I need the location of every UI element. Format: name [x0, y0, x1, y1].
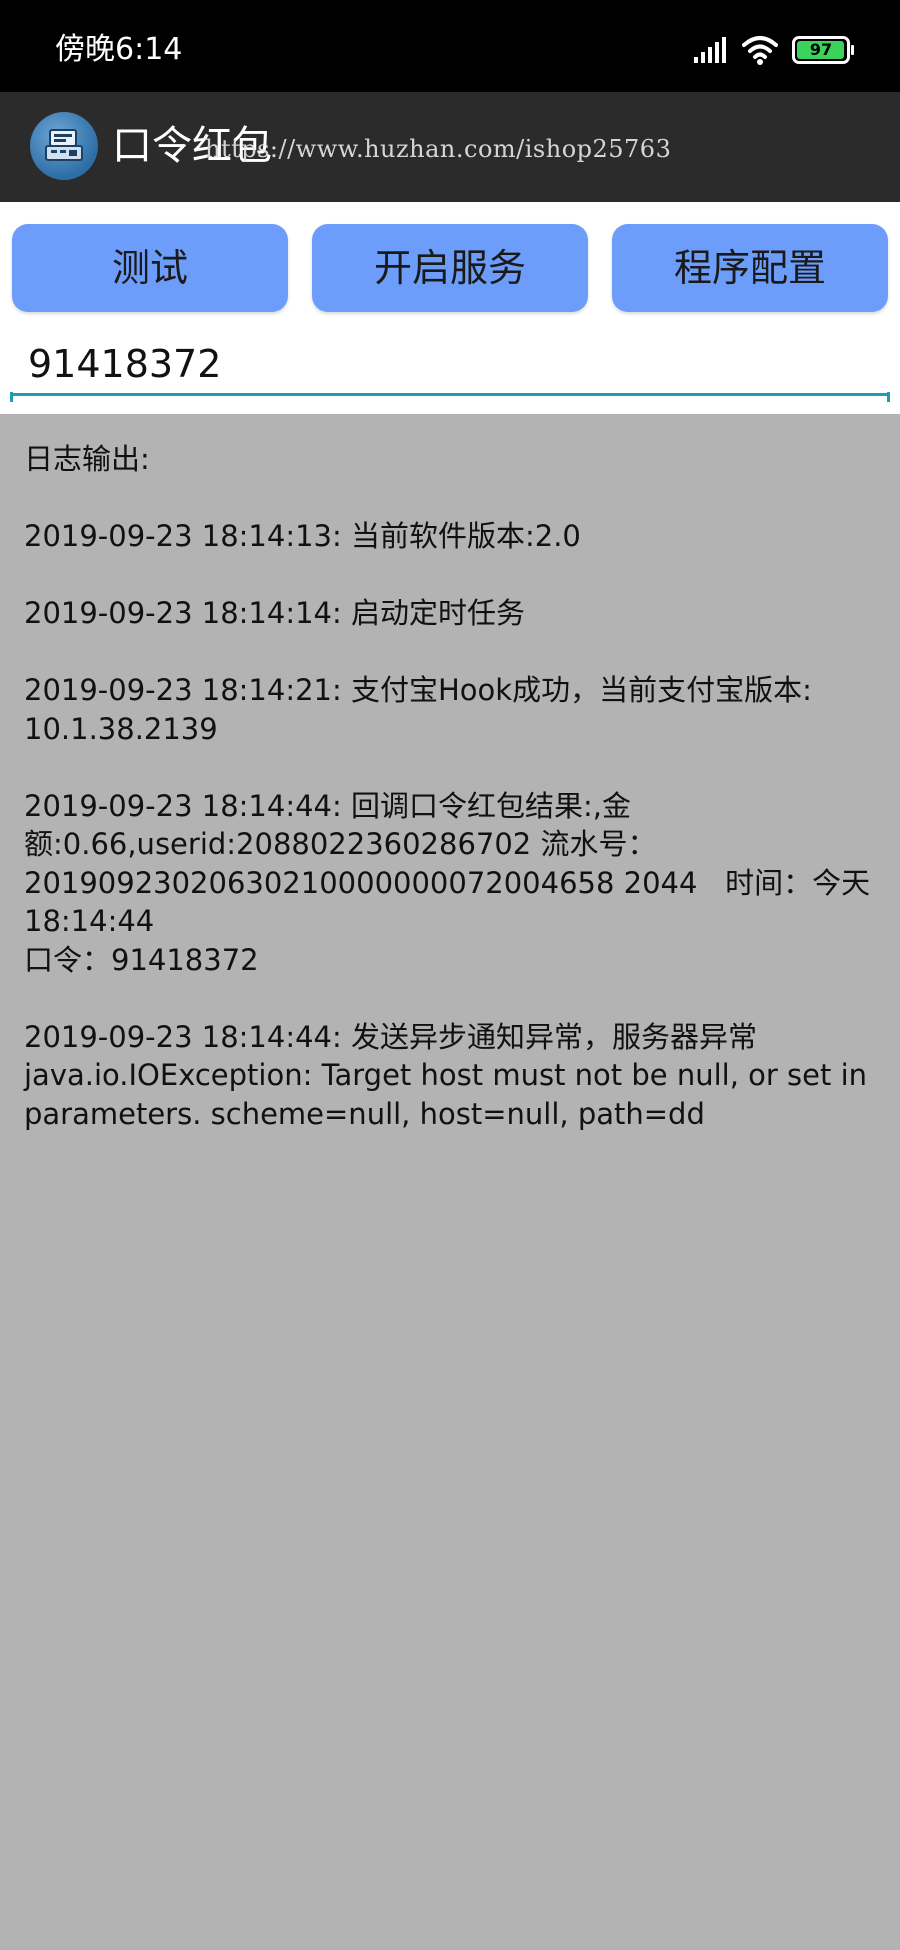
input-underline-right-tick — [887, 392, 890, 402]
log-spacer — [24, 556, 884, 595]
controls-panel: 测试 开启服务 程序配置 — [0, 202, 900, 414]
log-output: 日志输出: 2019-09-23 18:14:13: 当前软件版本:2.0 20… — [24, 440, 884, 1133]
log-line: 2019-09-23 18:14:14: 启动定时任务 — [24, 596, 525, 630]
log-line: 2019-09-23 18:14:13: 当前软件版本:2.0 — [24, 519, 581, 553]
log-spacer — [24, 748, 884, 787]
input-underline-left-tick — [10, 392, 13, 402]
log-line: 20190923020630210000000072004658 2044 时间… — [24, 865, 871, 900]
app-bar: 口令红包 https://www.huzhan.com/ishop25763 — [0, 92, 900, 202]
status-icons: 97 — [694, 30, 854, 70]
battery-cap — [851, 45, 854, 55]
test-button[interactable]: 测试 — [12, 224, 288, 312]
status-bar: 傍晚6:14 97 — [0, 0, 900, 92]
log-line: 2019-09-23 18:14:44: 发送异步通知异常，服务器异常 — [24, 1019, 757, 1054]
status-time: 傍晚6:14 — [55, 32, 183, 67]
log-line: 额:0.66,userid:2088022360286702 流水号： — [24, 827, 657, 861]
log-line: 2019-09-23 18:14:21: 支付宝Hook成功，当前支付宝版本: — [24, 673, 812, 707]
signal-icon — [694, 37, 726, 63]
log-line: 2019-09-23 18:14:44: 回调口令红包结果:,金 — [24, 788, 631, 823]
log-header: 日志输出: — [24, 442, 150, 476]
log-spacer — [24, 633, 884, 672]
log-line: 10.1.38.2139 — [24, 711, 218, 746]
start-service-button[interactable]: 开启服务 — [312, 224, 588, 312]
password-code-input[interactable] — [10, 334, 890, 396]
log-spacer — [24, 979, 884, 1018]
log-line: 口令：91418372 — [24, 942, 259, 977]
battery-icon: 97 — [792, 36, 854, 64]
log-line: java.io.IOException: Target host must no… — [24, 1058, 868, 1092]
battery-level: 97 — [809, 40, 833, 59]
register-icon — [45, 129, 83, 161]
app-icon — [30, 112, 98, 180]
wifi-icon — [742, 36, 778, 65]
log-spacer — [24, 479, 884, 518]
program-config-button[interactable]: 程序配置 — [612, 224, 888, 312]
log-line: parameters. scheme=null, host=null, path… — [24, 1096, 705, 1131]
watermark-url: https://www.huzhan.com/ishop25763 — [205, 135, 672, 163]
log-line: 18:14:44 — [24, 904, 155, 938]
